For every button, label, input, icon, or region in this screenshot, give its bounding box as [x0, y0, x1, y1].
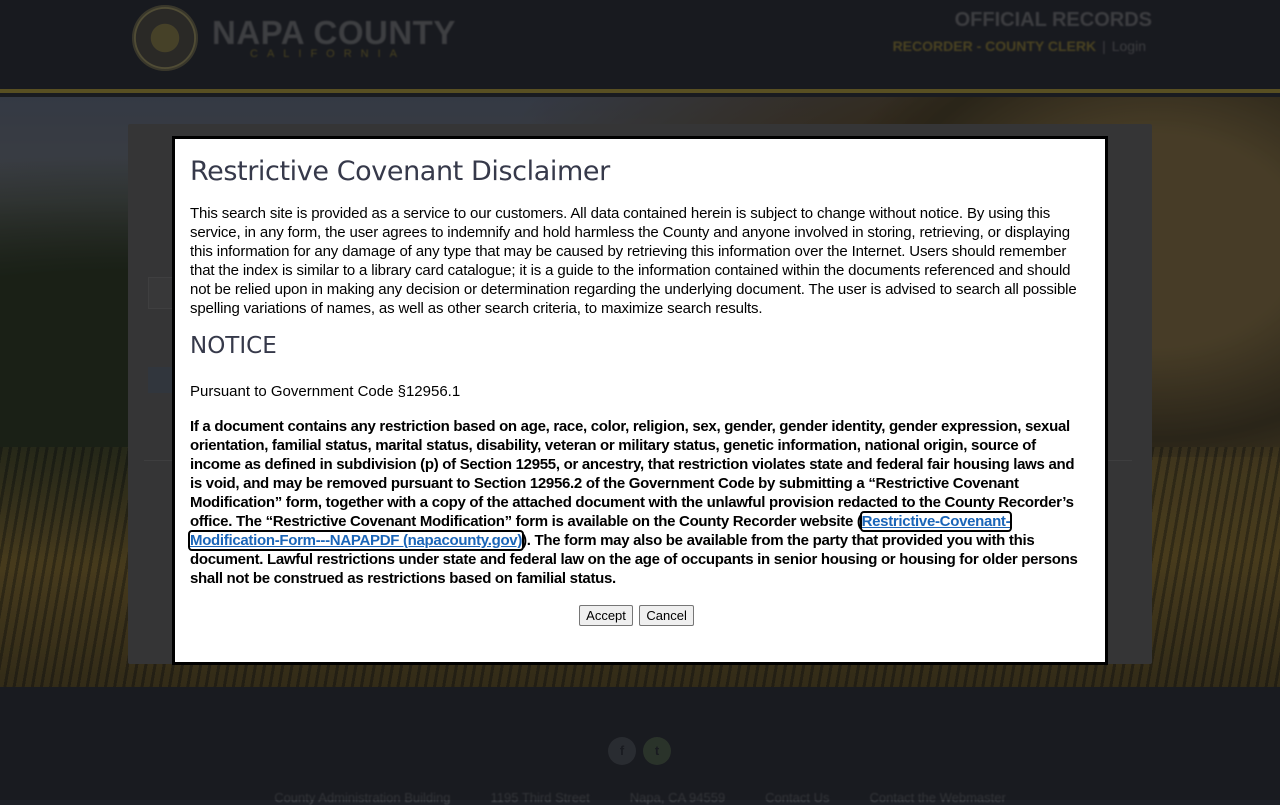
disclaimer-dialog: Restrictive Covenant Disclaimer This sea…: [172, 136, 1108, 665]
accept-button[interactable]: Accept: [579, 605, 633, 626]
notice-heading: NOTICE: [190, 333, 277, 359]
dialog-actions: Accept Cancel: [190, 605, 1083, 626]
notice-text: If a document contains any restriction b…: [187, 417, 1083, 588]
cancel-button[interactable]: Cancel: [639, 605, 694, 626]
pursuant-text: Pursuant to Government Code §12956.1: [190, 383, 461, 400]
disclaimer-text: This search site is provided as a servic…: [190, 205, 1077, 317]
dialog-title: Restrictive Covenant Disclaimer: [190, 156, 610, 187]
